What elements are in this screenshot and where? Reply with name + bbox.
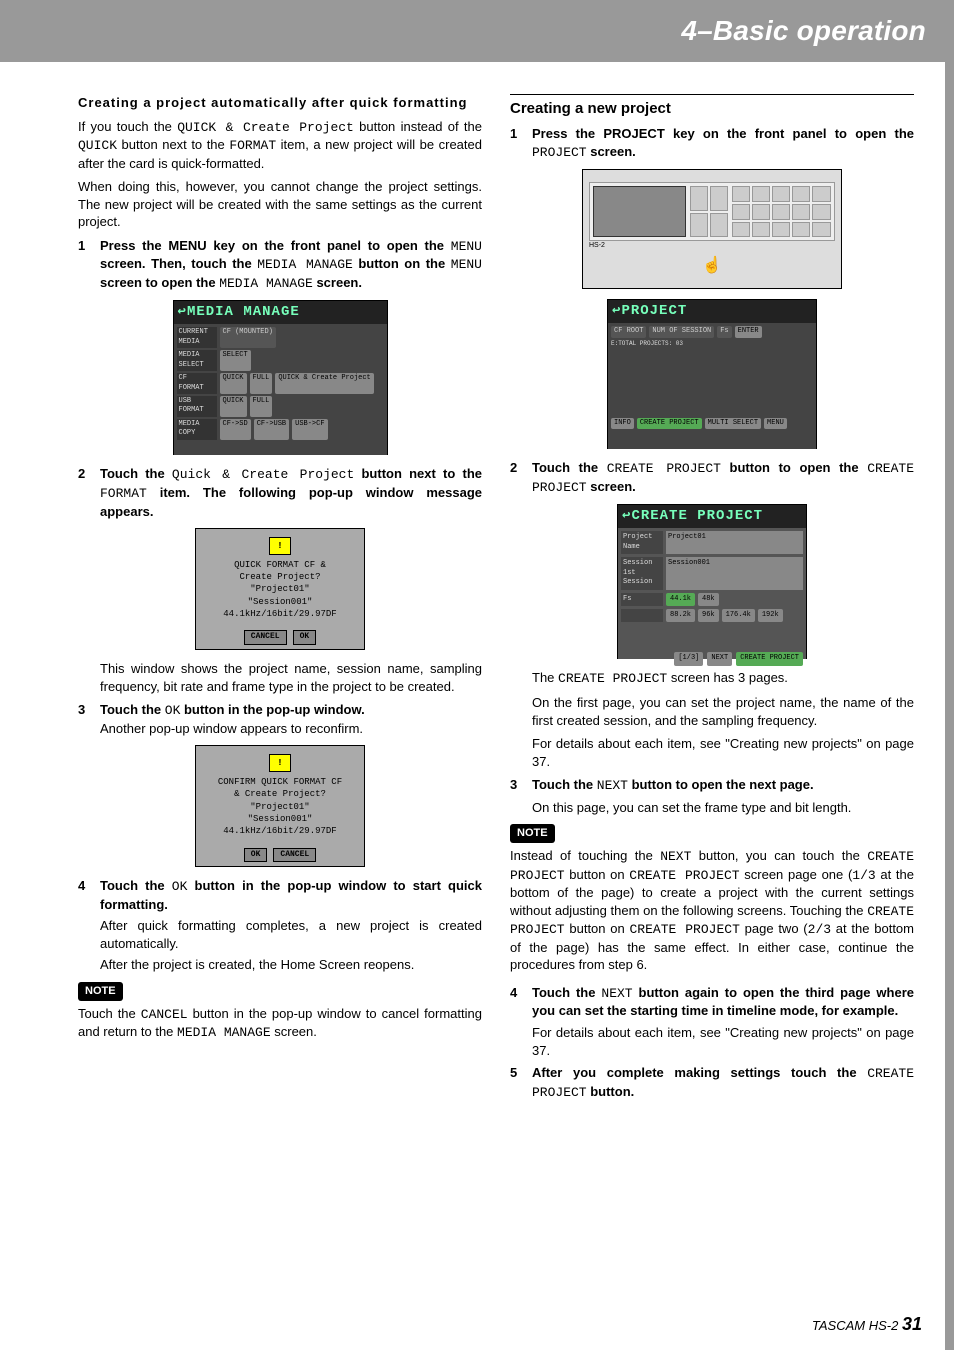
page-indicator: [1/3] [674,652,703,665]
r-step-4: 4 Touch the NEXT button again to open th… [510,984,914,1059]
device-screen [593,186,686,237]
info-button[interactable]: INFO [611,418,634,429]
popup1-explain: This window shows the project name, sess… [100,660,482,695]
note-label: NOTE [510,824,555,843]
intro-paragraph-1: If you touch the QUICK & Create Project … [78,118,482,173]
next-button[interactable]: NEXT [707,652,732,665]
note-text: Touch the CANCEL button in the pop-up wi… [78,1005,482,1042]
screenshot-create-project: ↩CREATE PROJECT Project NameProject01 Se… [617,504,807,659]
fs-option[interactable]: 96k [698,609,719,622]
menu-button[interactable]: MENU [764,418,787,429]
header-bar: 4–Basic operation [0,0,954,62]
create-3pages: The CREATE PROJECT screen has 3 pages. [532,669,914,688]
r-step-3: 3 Touch the NEXT button to open the next… [510,776,914,816]
screenshot-project: ↩PROJECT CF ROOT NUM OF SESSION Fs ENTER… [607,299,817,449]
note-label: NOTE [78,982,123,1001]
column-right: Creating a new project 1 Press the PROJE… [510,94,914,1106]
screenshot-popup-2: ! CONFIRM QUICK FORMAT CF & Create Proje… [195,745,365,867]
page-side-tab [945,62,954,1350]
subheading-quick-format: Creating a project automatically after q… [78,94,482,112]
cancel-button[interactable]: CANCEL [273,848,316,863]
column-left: Creating a project automatically after q… [78,94,482,1106]
ok-button[interactable]: OK [244,848,268,863]
screenshot-popup-1: ! QUICK FORMAT CF & Create Project? "Pro… [195,528,365,650]
fs-option[interactable]: 192k [758,609,783,622]
warning-icon: ! [269,537,291,555]
screenshot-device: HS-2 ☝ [582,169,842,289]
ok-button[interactable]: OK [293,630,317,645]
fs-option[interactable]: 48k [698,593,719,606]
r-step-5: 5 After you complete making settings tou… [510,1064,914,1101]
create-project-button[interactable]: CREATE PROJECT [736,652,803,665]
step-1: 1 Press the MENU key on the front panel … [78,237,482,293]
fs-option[interactable]: 176.4k [722,609,755,622]
fs-option[interactable]: 88.2k [666,609,695,622]
select-button[interactable]: SELECT [220,350,251,371]
session-name-field[interactable]: Session001 [666,557,803,589]
step-2: 2 Touch the Quick & Create Project butto… [78,465,482,520]
screenshot-media-manage: ↩MEDIA MANAGE CURRENT MEDIACF (MOUNTED) … [173,300,388,455]
full-button[interactable]: FULL [250,373,273,394]
step-4: 4 Touch the OK button in the pop-up wind… [78,877,482,974]
fs-option[interactable]: 44.1k [666,593,695,606]
enter-button[interactable]: ENTER [735,326,762,337]
quick-create-button[interactable]: QUICK & Create Project [275,373,373,394]
note-text-right: Instead of touching the NEXT button, you… [510,847,914,974]
create-project-button[interactable]: CREATE PROJECT [637,418,702,429]
quick-button[interactable]: QUICK [220,373,247,394]
cancel-button[interactable]: CANCEL [244,630,287,645]
pointing-hand-icon: ☝ [702,255,722,277]
page-number: 31 [902,1314,922,1334]
intro-paragraph-2: When doing this, however, you cannot cha… [78,178,482,231]
step-3: 3 Touch the OK button in the pop-up wind… [78,701,482,737]
warning-icon: ! [269,754,291,772]
project-name-field[interactable]: Project01 [666,531,803,554]
r-step-2: 2 Touch the CREATE PROJECT button to ope… [510,459,914,496]
content-columns: Creating a project automatically after q… [0,62,954,1106]
chapter-title: 4–Basic operation [681,12,926,50]
multi-select-button[interactable]: MULTI SELECT [705,418,761,429]
section-heading-create: Creating a new project [510,94,914,119]
r-step-1: 1 Press the PROJECT key on the front pan… [510,125,914,161]
page-footer: TASCAM HS-2 31 [812,1312,922,1336]
